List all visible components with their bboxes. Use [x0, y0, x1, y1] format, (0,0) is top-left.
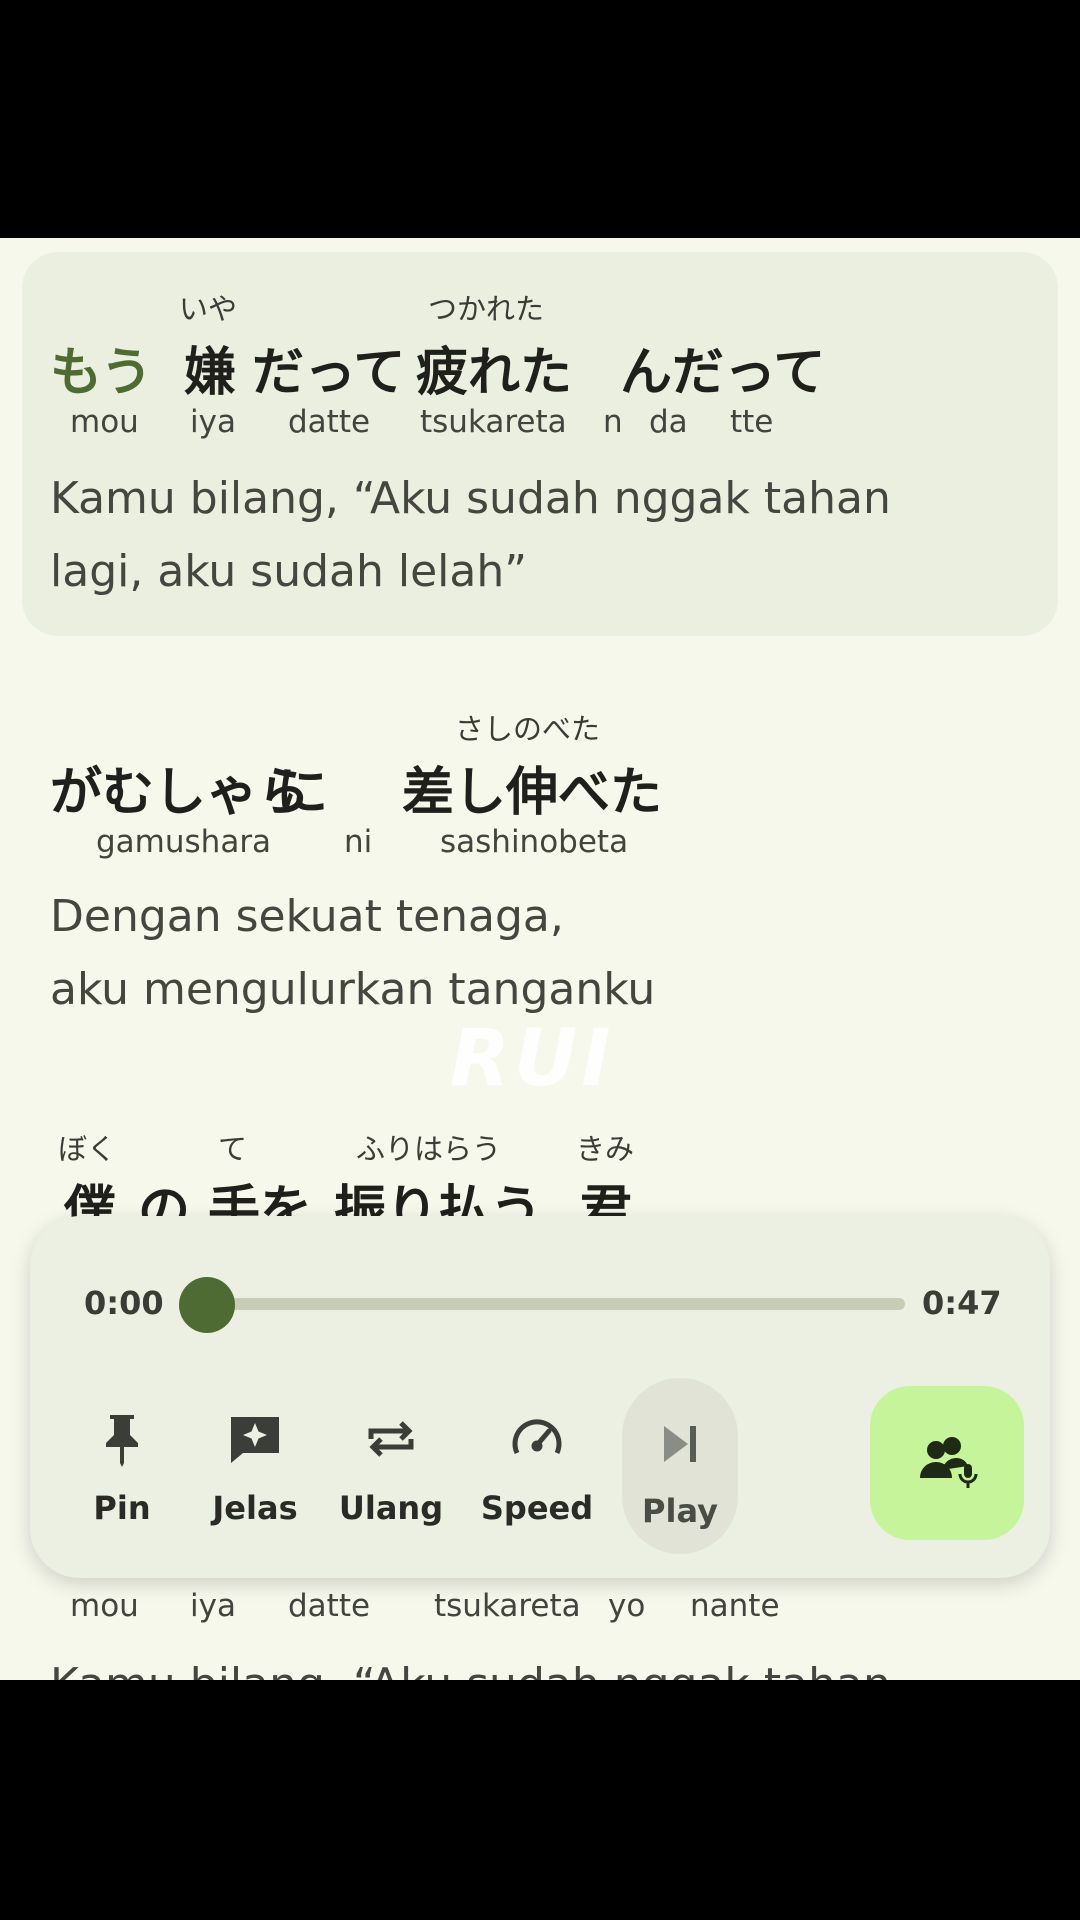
romaji: iya [190, 404, 236, 440]
repeat-icon [361, 1409, 421, 1469]
translation-line: Kamu bilang, “Aku sudah nggak tahan [50, 1648, 891, 1680]
lyric-token: 差し伸べた [402, 763, 663, 823]
romaji: sashinobeta [440, 824, 629, 860]
romaji: yo [608, 1588, 646, 1624]
furigana: さしのべた [455, 712, 601, 746]
pin-label: Pin [93, 1489, 151, 1527]
total-time: 0:47 [922, 1284, 1002, 1322]
translation-line: Dengan sekuat tenaga, [50, 891, 564, 942]
romaji: nante [690, 1588, 780, 1624]
furigana: て [218, 1132, 248, 1166]
translation-line: lagi, aku sudah lelah” [50, 546, 528, 597]
explain-button[interactable]: Jelas [195, 1381, 315, 1541]
furigana: ぼく [58, 1132, 117, 1166]
explain-icon [225, 1409, 285, 1469]
lyrics-screen: いや つかれた もう 嫌 だって 疲れた ん だって mou iya datte… [0, 238, 1080, 1680]
lyric-token: がむしゃら [50, 763, 311, 823]
furigana: きみ [576, 1132, 635, 1166]
watermark: RUI [450, 1014, 615, 1104]
speed-label: Speed [480, 1489, 594, 1527]
romaji: tte [730, 404, 774, 440]
lyric-token: 嫌 [184, 343, 237, 403]
romaji: tsukareta [434, 1588, 581, 1624]
speed-icon [507, 1409, 567, 1469]
romaji: datte [288, 1588, 371, 1624]
lyric-token: だって [672, 343, 826, 403]
translation-line: Kamu bilang, “Aku sudah nggak tahan [50, 473, 891, 524]
pin-button[interactable]: Pin [62, 1381, 182, 1541]
lyric-token: に [276, 763, 329, 823]
progress-knob[interactable] [179, 1277, 235, 1333]
romaji: da [649, 404, 688, 440]
voice-users-button[interactable] [870, 1386, 1024, 1540]
furigana: ふりはらう [356, 1132, 502, 1166]
play-button[interactable]: Play [622, 1378, 738, 1554]
play-icon [650, 1414, 710, 1474]
romaji: n [603, 404, 623, 440]
romaji: tsukareta [420, 404, 567, 440]
romaji: gamushara [96, 824, 272, 860]
romaji: mou [70, 404, 139, 440]
furigana: つかれた [428, 292, 545, 326]
explain-label: Jelas [212, 1489, 298, 1527]
current-time: 0:00 [84, 1284, 164, 1322]
romaji: iya [190, 1588, 236, 1624]
play-label: Play [642, 1492, 718, 1530]
romaji: mou [70, 1588, 139, 1624]
repeat-label: Ulang [338, 1489, 444, 1527]
romaji: ni [344, 824, 373, 860]
speed-button[interactable]: Speed [477, 1381, 597, 1541]
furigana: いや [179, 292, 238, 326]
pin-icon [92, 1409, 152, 1469]
lyric-token: ん [620, 343, 673, 403]
lyric-token: 疲れた [416, 343, 573, 403]
voice-users-icon [920, 1437, 978, 1488]
lyric-token-active: もう [50, 343, 153, 403]
audio-player: 0:00 0:47 Pin Jelas Ulang Speed Play [30, 1216, 1050, 1578]
repeat-button[interactable]: Ulang [331, 1381, 451, 1541]
lyric-token: だって [252, 343, 406, 403]
progress-track[interactable] [205, 1298, 905, 1310]
romaji: datte [288, 404, 371, 440]
